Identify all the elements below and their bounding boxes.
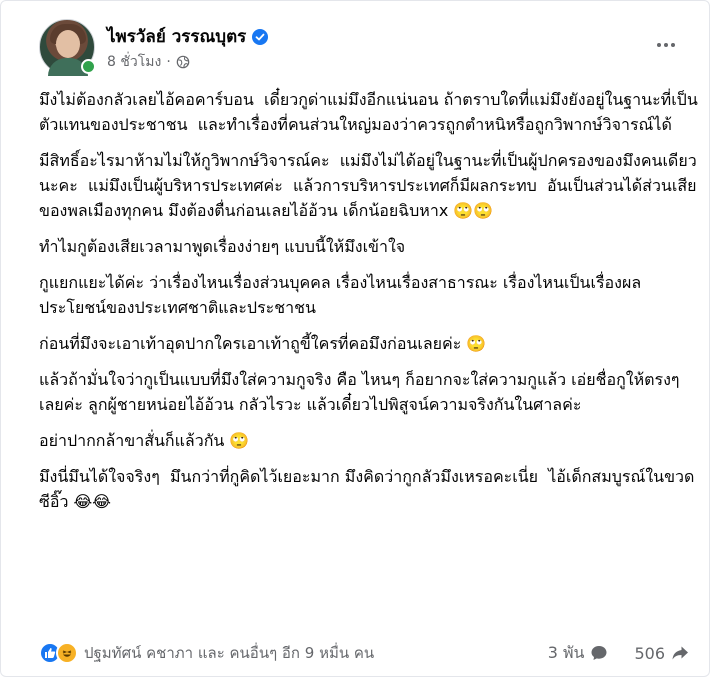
haha-reaction-icon — [56, 642, 78, 664]
author-name[interactable]: ไพรวัลย์ วรรณบุตร — [107, 23, 246, 50]
reaction-icons[interactable] — [39, 642, 78, 664]
verified-check-icon — [252, 28, 269, 45]
author-name-row: ไพรวัลย์ วรรณบุตร — [107, 23, 269, 50]
meta-separator: · — [166, 54, 171, 70]
post-paragraph-6: แล้วถ้ามั่นใจว่ากูเป็นแบบที่มึงใส่ความกู… — [39, 370, 680, 414]
globe-icon[interactable] — [176, 55, 190, 69]
share-icon[interactable] — [671, 644, 689, 662]
post-body: มึงไม่ต้องกลัวเลยไอ้คอคาร์บอน ￼ เดี๋ยวกู… — [39, 87, 699, 525]
post-meta: 8 ชั่วโมง · — [107, 51, 190, 73]
post-paragraph-3: ทำไมกูต้องเสียเวลามาพูดเรื่องง่ายๆ แบบนี… — [39, 237, 406, 256]
post-card: ไพรวัลย์ วรรณบุตร 8 ชั่วโมง · มึงไม่ต้อง… — [0, 0, 710, 677]
comments-count[interactable]: 3 พัน — [548, 641, 585, 666]
post-paragraph-2: ￼มีสิทธิ์อะไรมาห้ามไม่ให้กูวิพากษ์วิจารณ… — [39, 151, 697, 220]
post-paragraph-4: กูแยกแยะได้ค่ะ ว่าเรื่องไหนเรื่องส่วนบุค… — [39, 273, 642, 317]
more-options-icon[interactable] — [649, 33, 683, 57]
post-stats: 3 พัน 506 — [548, 641, 689, 666]
post-paragraph-5: ก่อนที่มึงจะเอาเท้าอุดปากใครเอาเท้าถูขี้… — [39, 334, 487, 353]
post-paragraph-8: มึงนี่มึนได้ใจจริงๆ ￼ มึนกว่าที่กูคิดไว้… — [39, 467, 695, 511]
post-header: ไพรวัลย์ วรรณบุตร 8 ชั่วโมง · — [39, 17, 689, 77]
reaction-summary[interactable]: ปฐมทัศน์ คชาภา และ คนอื่นๆ อีก 9 หมื่น ค… — [84, 641, 374, 665]
post-paragraph-1: มึงไม่ต้องกลัวเลยไอ้คอคาร์บอน ￼ เดี๋ยวกู… — [39, 90, 698, 134]
post-footer: ปฐมทัศน์ คชาภา และ คนอื่นๆ อีก 9 หมื่น ค… — [39, 637, 689, 669]
online-status-dot — [81, 59, 96, 74]
shares-count[interactable]: 506 — [634, 644, 665, 663]
post-paragraph-7: อย่าปากกล้าขาสั่นก็แล้วกัน 🙄 — [39, 431, 250, 450]
comment-icon[interactable] — [590, 644, 608, 662]
post-timestamp[interactable]: 8 ชั่วโมง — [107, 51, 161, 73]
